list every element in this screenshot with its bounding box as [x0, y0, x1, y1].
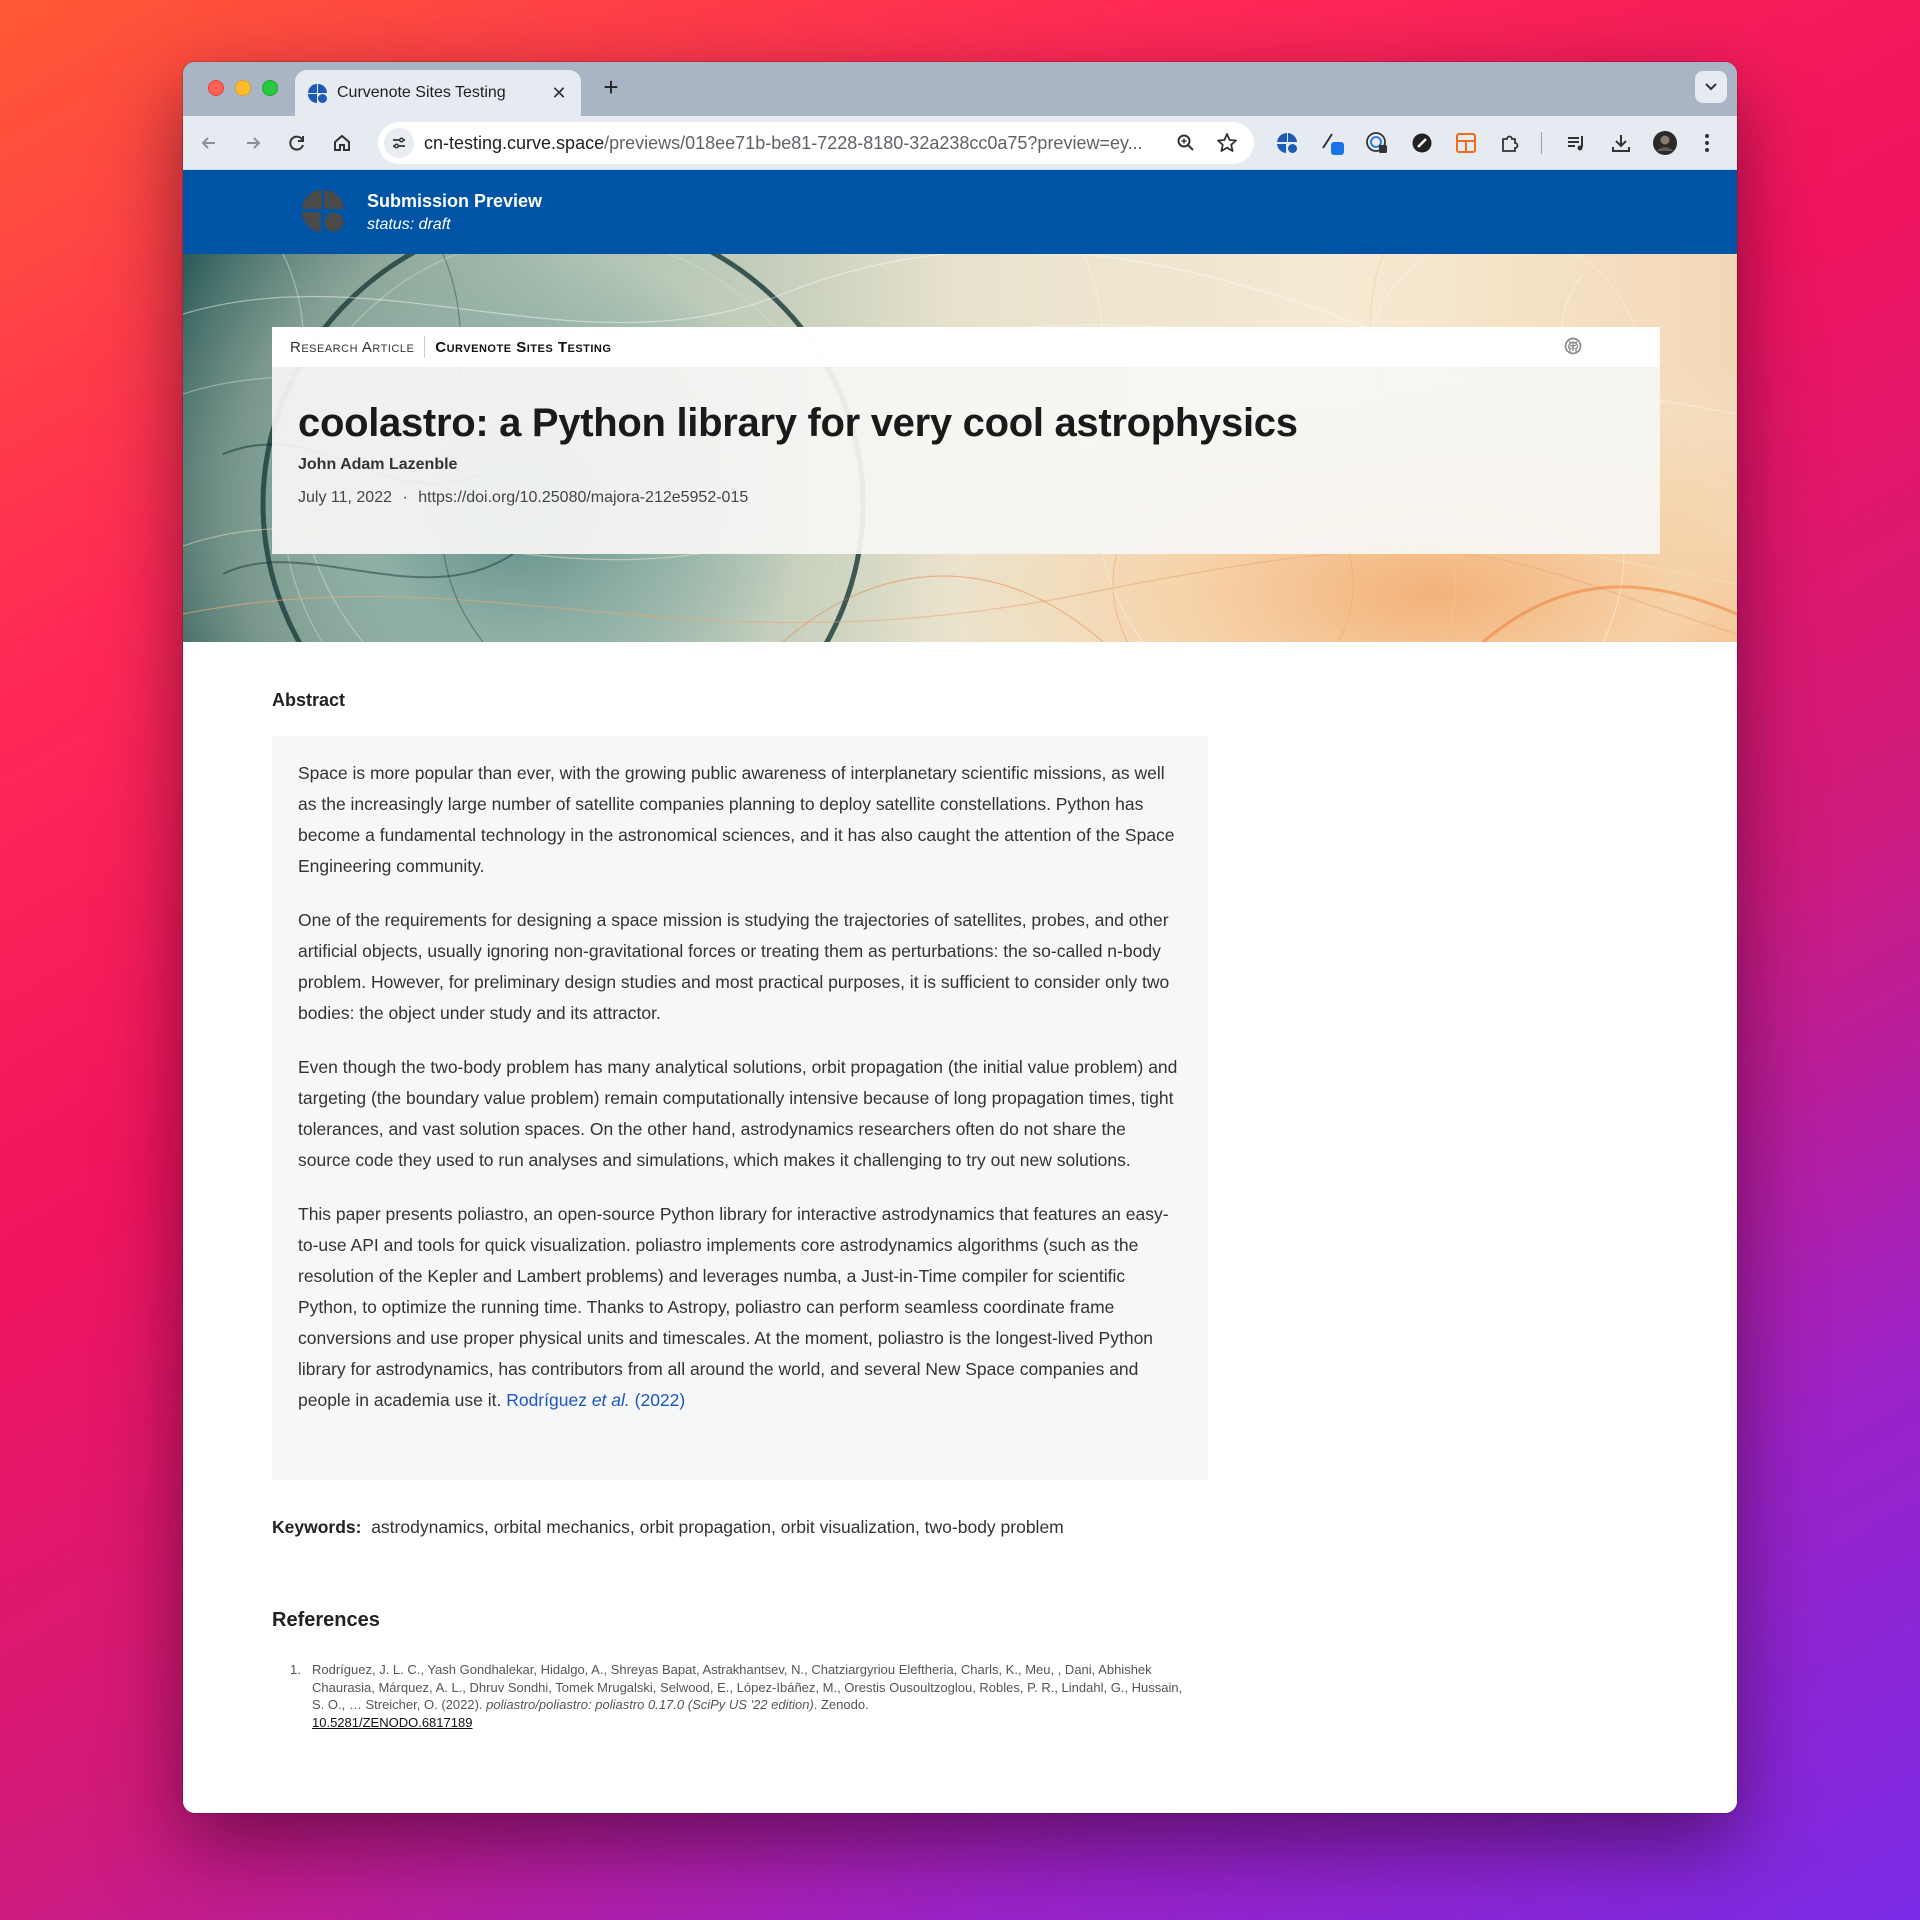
reference-item: 1. Rodríguez, J. L. C., Yash Gondhalekar…	[290, 1661, 1190, 1731]
article-meta: July 11, 2022 · https://doi.org/10.25080…	[298, 489, 749, 506]
maximize-window-button[interactable]	[262, 80, 278, 96]
curvenote-logo-icon	[302, 189, 344, 232]
article-header-bar: Research Article Curvenote Sites Testing…	[272, 327, 1660, 367]
article-type-label: Research Article	[290, 338, 415, 356]
abstract-paragraph: This paper presents poliastro, an open-s…	[298, 1204, 1169, 1410]
reference-number: 1.	[290, 1662, 301, 1677]
bookmark-star-icon[interactable]	[1216, 132, 1238, 159]
curvenote-favicon-icon	[307, 83, 327, 103]
publication-date: July 11, 2022	[298, 489, 392, 506]
download-icon[interactable]	[1607, 129, 1635, 157]
menu-icon[interactable]	[1693, 129, 1721, 157]
address-bar[interactable]: cn-testing.curve.space/previews/018ee71b…	[378, 122, 1254, 164]
banner-title: Submission Preview	[367, 191, 543, 211]
reload-icon[interactable]	[283, 129, 311, 157]
article-author[interactable]: John Adam Lazenble	[298, 456, 457, 474]
abstract-paragraph: One of the requirements for designing a …	[298, 910, 1170, 1023]
venue-link[interactable]: Curvenote Sites Testing	[425, 339, 611, 356]
browser-toolbar: cn-testing.curve.space/previews/018ee71b…	[183, 116, 1737, 170]
abstract-heading: Abstract	[272, 690, 346, 710]
doi-link[interactable]: https://doi.org/10.25080/majora-212e5952…	[418, 489, 748, 506]
keywords-list: astrodynamics, orbital mechanics, orbit …	[371, 1517, 1064, 1537]
extensions-icon[interactable]	[1496, 129, 1524, 157]
keywords-label: Keywords:	[272, 1517, 362, 1537]
license-icons: cc	[1564, 337, 1636, 357]
article-title: coolastro: a Python library for very coo…	[298, 401, 1298, 445]
pen-extension-icon[interactable]	[1319, 129, 1347, 157]
citation-link[interactable]: Rodríguez et al. (2022)	[506, 1390, 685, 1410]
open-access-icon[interactable]	[1564, 337, 1610, 357]
forward-icon[interactable]	[239, 129, 267, 157]
minimize-window-button[interactable]	[235, 80, 251, 96]
dark-mode-extension-icon[interactable]	[1408, 129, 1436, 157]
hero-image: Research Article Curvenote Sites Testing…	[183, 254, 1737, 642]
tab-search-button[interactable]	[1695, 71, 1727, 103]
abstract-paragraph: Even though the two-body problem has man…	[298, 1057, 1178, 1170]
url-text: cn-testing.curve.space/previews/018ee71b…	[424, 132, 1143, 153]
curvenote-extension-icon[interactable]	[1273, 129, 1301, 157]
tab-strip: Curvenote Sites Testing ✕ +	[183, 62, 1737, 116]
banner-status: status: draft	[367, 216, 451, 233]
keywords: Keywords: astrodynamics, orbital mechani…	[272, 1517, 1064, 1538]
github-icon[interactable]	[1564, 337, 1636, 357]
tab-active[interactable]: Curvenote Sites Testing ✕	[295, 70, 581, 116]
submission-banner: Submission Preview status: draft	[183, 170, 1737, 254]
zoom-icon[interactable]	[1176, 133, 1196, 158]
new-tab-button[interactable]: +	[596, 72, 626, 103]
page-content: Submission Preview status: draft Researc…	[183, 170, 1737, 1813]
reference-text: Rodríguez, J. L. C., Yash Gondhalekar, H…	[312, 1662, 1183, 1730]
abstract-paragraph: Space is more popular than ever, with th…	[298, 763, 1175, 876]
reference-doi-link[interactable]: 10.5281/ZENODO.6817189	[312, 1715, 472, 1730]
tab-title: Curvenote Sites Testing	[337, 84, 506, 101]
layout-extension-icon[interactable]	[1452, 129, 1480, 157]
chevron-down-icon	[1705, 83, 1717, 91]
media-icon[interactable]	[1563, 129, 1591, 157]
toolbar-divider	[1541, 132, 1542, 154]
references-heading: References	[272, 1609, 380, 1631]
profile-avatar[interactable]	[1651, 129, 1679, 157]
close-window-button[interactable]	[208, 80, 224, 96]
back-icon[interactable]	[195, 129, 223, 157]
article-header-card: Research Article Curvenote Sites Testing…	[272, 327, 1660, 554]
password-manager-icon[interactable]	[1363, 129, 1391, 157]
site-info-icon[interactable]	[384, 128, 414, 158]
browser-window: Curvenote Sites Testing ✕ + cn-testing.c…	[183, 62, 1737, 1813]
home-icon[interactable]	[328, 129, 356, 157]
tab-close-icon[interactable]: ✕	[549, 83, 569, 104]
abstract-box: Space is more popular than ever, with th…	[272, 736, 1208, 1480]
